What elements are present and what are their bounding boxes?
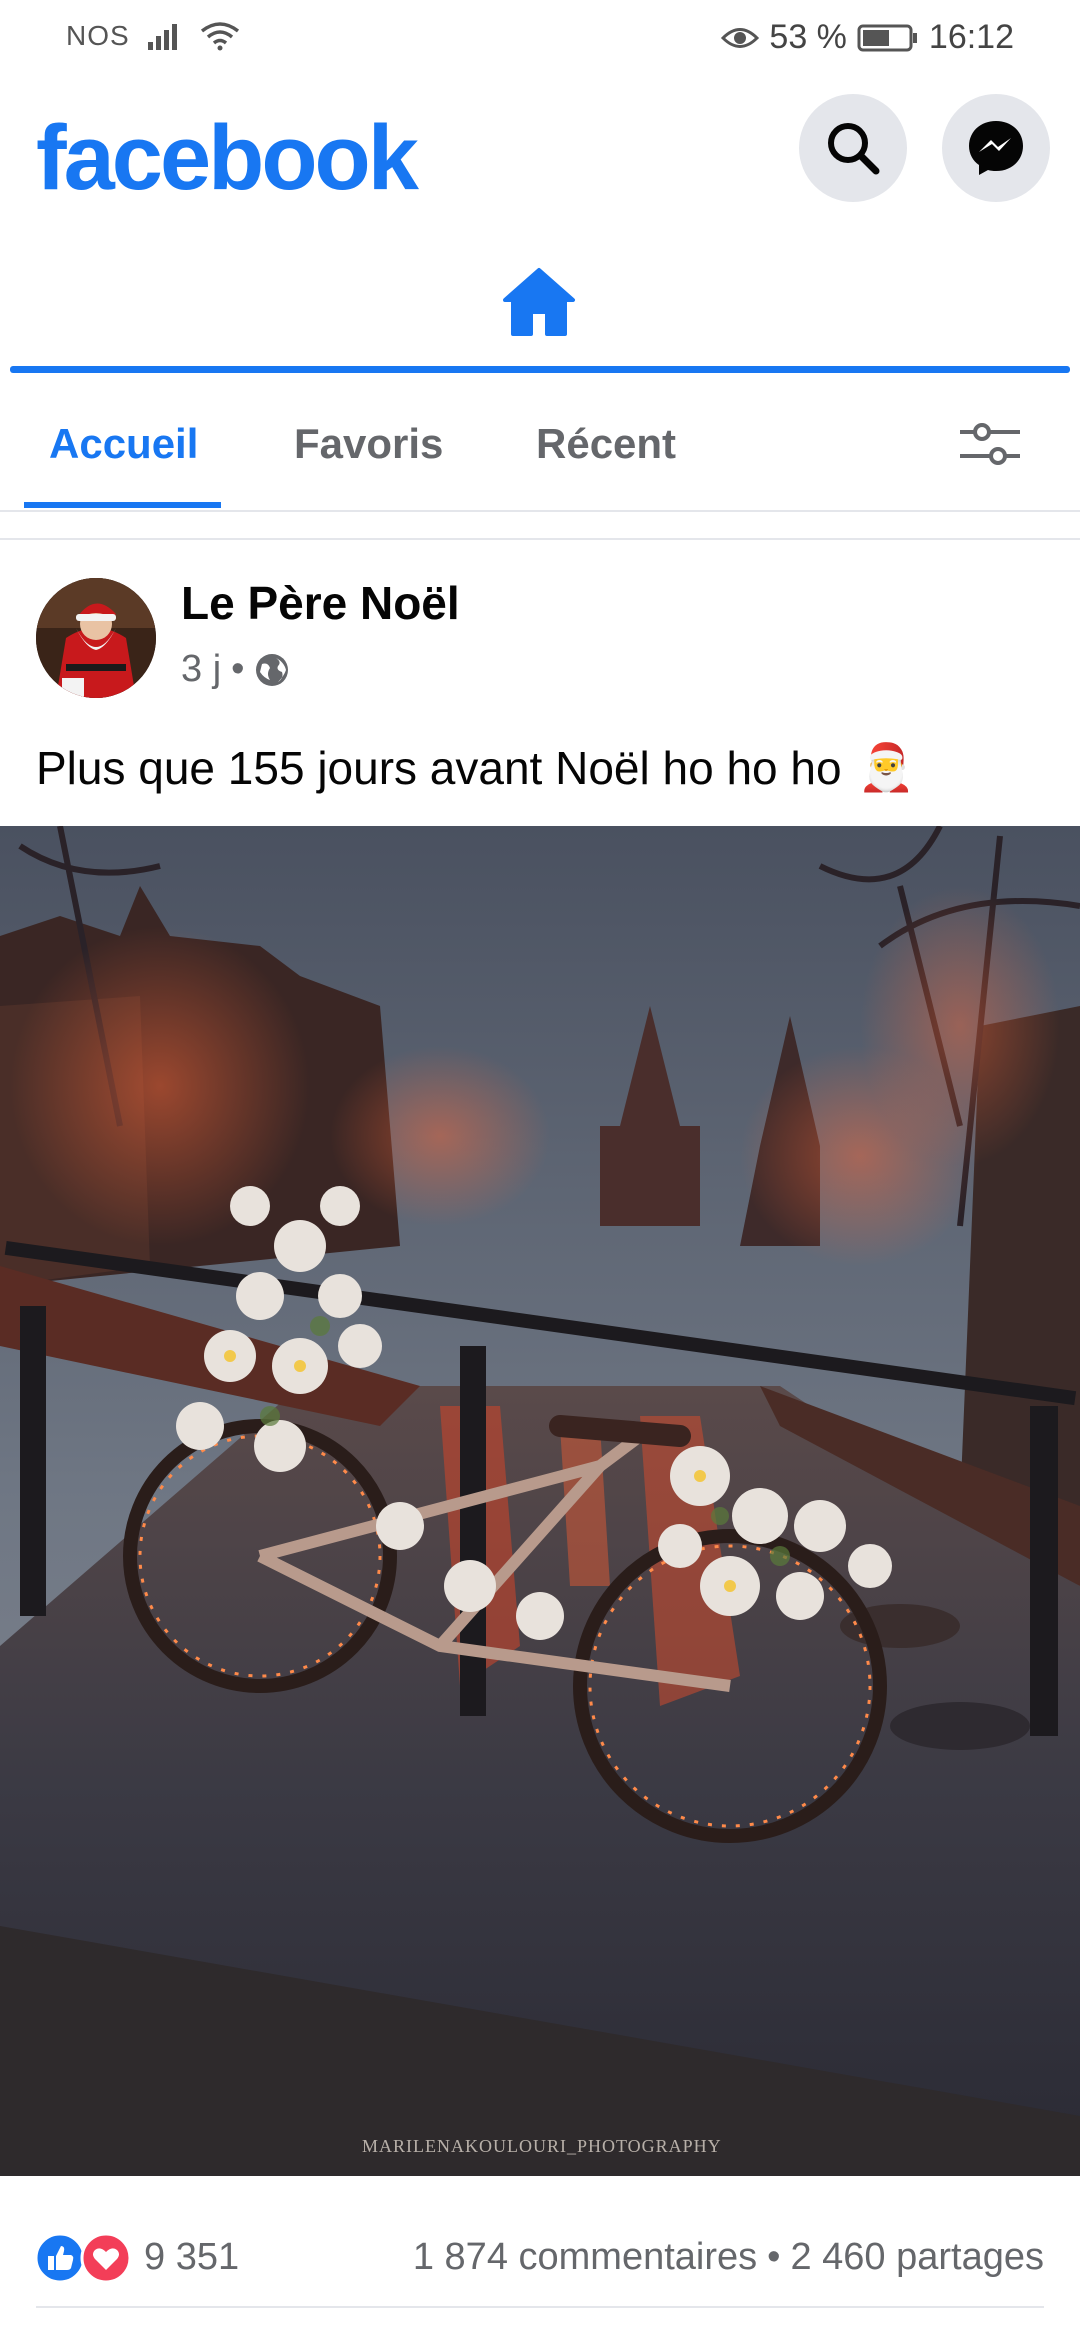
home-icon bbox=[503, 268, 575, 336]
post-author-name[interactable]: Le Père Noël bbox=[181, 576, 460, 630]
home-tab[interactable] bbox=[501, 266, 577, 343]
facebook-feed-screen: NOS 53 % 16:12 facebook Accueil Favoris … bbox=[0, 0, 1080, 2340]
tab-recent[interactable]: Récent bbox=[536, 420, 676, 468]
wifi-icon bbox=[200, 22, 239, 51]
photo-watermark: MARILENAKOULOURI_PHOTOGRAPHY bbox=[362, 2136, 722, 2156]
reaction-count[interactable]: 9 351 bbox=[144, 2236, 239, 2279]
signal-icon bbox=[147, 24, 177, 50]
like-reaction-icon bbox=[34, 2232, 86, 2284]
santa-emoji: 🎅 bbox=[857, 741, 915, 793]
post-meta: 3 j • bbox=[181, 648, 290, 691]
tab-underline bbox=[24, 502, 221, 508]
author-avatar[interactable] bbox=[36, 578, 156, 698]
post-engagement-stats: 1 874 commentaires • 2 460 partages bbox=[413, 2236, 1044, 2279]
tab-accueil[interactable]: Accueil bbox=[49, 420, 198, 468]
top-navigation bbox=[0, 236, 1080, 376]
stats-separator: • bbox=[767, 2236, 781, 2278]
comments-count[interactable]: 1 874 commentaires bbox=[413, 2236, 757, 2279]
search-button[interactable] bbox=[799, 94, 907, 202]
post-photo[interactable]: MARILENAKOULOURI_PHOTOGRAPHY bbox=[0, 826, 1080, 2176]
search-icon bbox=[828, 123, 880, 175]
status-bar: NOS 53 % 16:12 bbox=[0, 0, 1080, 76]
facebook-logo[interactable]: facebook bbox=[36, 106, 419, 211]
clock: 16:12 bbox=[928, 18, 1014, 56]
feed-divider bbox=[0, 512, 1080, 540]
post-time[interactable]: 3 j bbox=[181, 648, 221, 691]
feed-filter-button[interactable] bbox=[958, 418, 1022, 475]
battery-icon bbox=[857, 24, 917, 51]
filter-sliders-icon bbox=[960, 423, 1020, 465]
reaction-icons[interactable] bbox=[34, 2232, 132, 2284]
messenger-button[interactable] bbox=[942, 94, 1050, 202]
tab-favoris[interactable]: Favoris bbox=[294, 420, 443, 468]
meta-separator: • bbox=[231, 648, 245, 690]
post-message: Plus que 155 jours avant Noël ho ho ho bbox=[36, 741, 842, 794]
feed-tabs: Accueil Favoris Récent bbox=[0, 376, 1080, 512]
santa-avatar-image bbox=[36, 578, 156, 698]
post-text: Plus que 155 jours avant Noël ho ho ho 🎅 bbox=[36, 740, 915, 795]
carrier-name: NOS bbox=[66, 20, 130, 51]
active-tab-indicator bbox=[10, 366, 1070, 373]
post-reactions-bar: 9 351 1 874 commentaires • 2 460 partage… bbox=[0, 2176, 1080, 2306]
shares-count[interactable]: 2 460 partages bbox=[790, 2236, 1044, 2279]
amsterdam-canal-bicycle-photo bbox=[0, 826, 1080, 2176]
love-reaction-icon bbox=[80, 2232, 132, 2284]
battery-percent: 53 % bbox=[769, 18, 847, 56]
reactions-divider bbox=[36, 2306, 1044, 2308]
eye-comfort-icon bbox=[721, 27, 760, 48]
globe-icon bbox=[256, 653, 289, 686]
post-header: Le Père Noël 3 j • bbox=[0, 560, 1080, 710]
app-header: facebook bbox=[0, 76, 1080, 236]
messenger-icon bbox=[969, 121, 1023, 175]
